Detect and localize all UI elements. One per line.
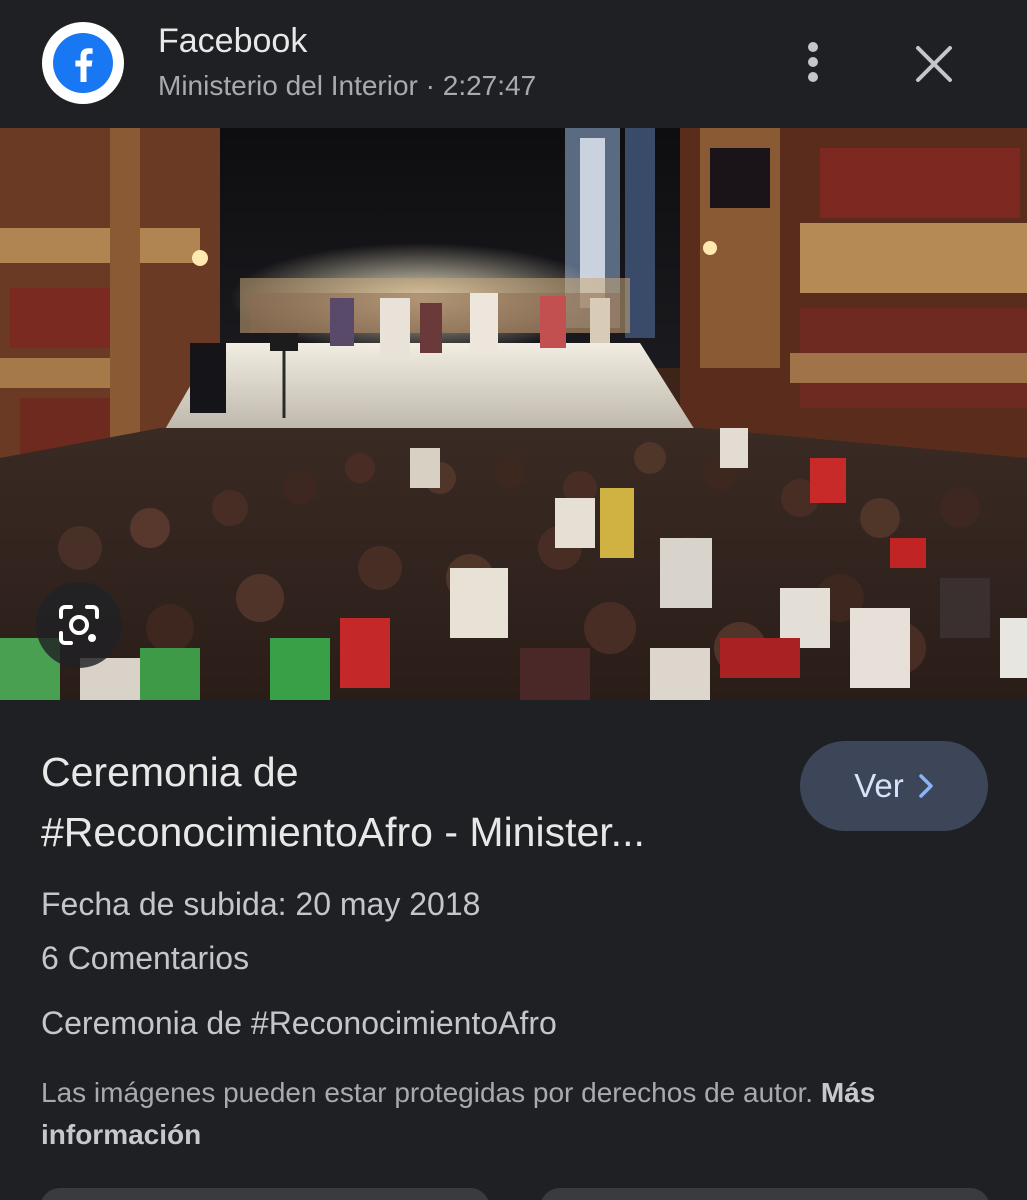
- more-options-button[interactable]: [793, 38, 833, 86]
- visit-button-label: Ver: [854, 767, 904, 804]
- copyright-notice: Las imágenes pueden estar protegidas por…: [41, 1072, 981, 1156]
- close-icon: [916, 46, 952, 82]
- comments-count: 6 Comentarios: [41, 940, 250, 976]
- result-title[interactable]: Ceremonia de #ReconocimientoAfro - Minis…: [41, 742, 781, 862]
- result-image[interactable]: [0, 128, 1027, 700]
- more-vertical-icon: [808, 42, 818, 82]
- result-title-line-1: Ceremonia de: [41, 749, 299, 795]
- facebook-logo-icon[interactable]: [42, 22, 124, 104]
- image-viewer-panel: Facebook Ministerio del Interior · 2:27:…: [0, 0, 1027, 1200]
- bottom-action-chip[interactable]: [40, 1188, 490, 1200]
- source-subtitle: Ministerio del Interior · 2:27:47: [158, 70, 537, 101]
- viewer-header: Facebook Ministerio del Interior · 2:27:…: [0, 0, 1027, 128]
- close-button[interactable]: [908, 38, 960, 90]
- source-name[interactable]: Facebook: [158, 22, 307, 61]
- upload-date: Fecha de subida: 20 may 2018: [41, 886, 481, 922]
- visit-button[interactable]: Ver: [800, 741, 988, 831]
- copyright-text: Las imágenes pueden estar protegidas por…: [41, 1077, 814, 1108]
- google-lens-button[interactable]: [36, 582, 122, 668]
- bottom-action-chip[interactable]: [540, 1188, 990, 1200]
- google-lens-icon: [59, 605, 99, 645]
- image-description: Ceremonia de #ReconocimientoAfro: [41, 1005, 557, 1041]
- chevron-right-icon: [919, 774, 933, 798]
- theater-photo: [0, 128, 1027, 700]
- result-title-line-2: #ReconocimientoAfro - Minister...: [41, 809, 645, 855]
